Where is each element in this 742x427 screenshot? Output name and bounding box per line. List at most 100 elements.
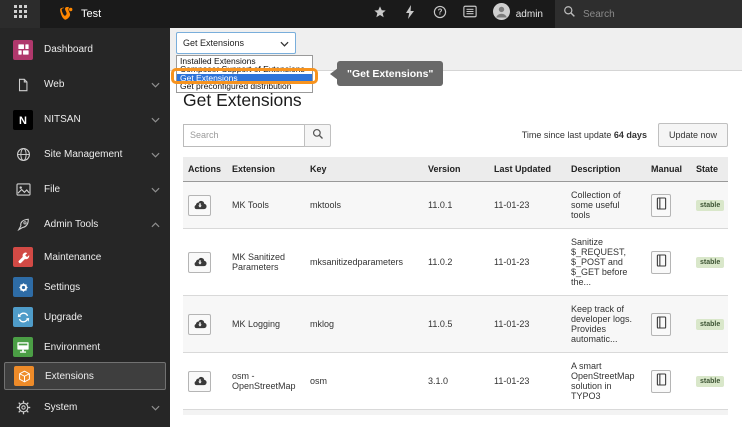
extension-name: MK Tools [227, 182, 305, 229]
module-function-dropdown: Installed ExtensionsComposer Support of … [176, 55, 313, 93]
help-icon: ? [433, 5, 447, 24]
col-last-updated: Last Updated [489, 157, 566, 182]
table-row: MK Logging mklog 11.0.5 11-01-23 Keep tr… [183, 296, 728, 353]
svg-text:?: ? [437, 7, 442, 16]
extension-name: MK Logging [227, 296, 305, 353]
extension-version: 11.0.5 [423, 296, 489, 353]
table-row: MK Sanitized Parameters mksanitizedparam… [183, 229, 728, 296]
state-badge: stable [696, 376, 724, 387]
sidebar-item-site-management[interactable]: Site Management [0, 137, 170, 172]
cloud-download-icon [193, 317, 207, 332]
extension-key: osm [305, 353, 423, 410]
sidebar-item-nitsan[interactable]: N NITSAN [0, 102, 170, 137]
col-key: Key [305, 157, 423, 182]
col-state: State [691, 157, 728, 182]
help-button[interactable]: ? [425, 0, 455, 28]
dashboard-icon [13, 40, 33, 60]
col-version: Version [423, 157, 489, 182]
dropdown-option[interactable]: Composer Support of Extensions [177, 65, 312, 73]
last-update-value: 64 days [614, 130, 647, 140]
site-name: Test [81, 8, 101, 20]
download-extension-button[interactable] [188, 252, 211, 273]
download-extension-button[interactable] [188, 195, 211, 216]
grid-icon [14, 5, 27, 23]
cloud-download-icon [193, 198, 207, 213]
sidebar-item-admin-tools[interactable]: Admin Tools [0, 207, 170, 242]
extension-search-group [183, 124, 331, 147]
state-badge: stable [696, 319, 724, 330]
search-icon [312, 128, 324, 142]
extension-description: A smart OpenStreetMap solution in TYPO3 [566, 353, 646, 410]
extensions-table: Actions Extension Key Version Last Updat… [183, 157, 728, 410]
dropdown-option[interactable]: Get Extensions [177, 74, 312, 82]
sidebar-item-environment[interactable]: Environment [0, 332, 170, 362]
topbar-search-input[interactable] [583, 9, 713, 20]
username-label: admin [516, 9, 543, 20]
manual-button[interactable] [651, 194, 671, 217]
sidebar-item-file[interactable]: File [0, 172, 170, 207]
clear-cache-button[interactable] [395, 0, 425, 28]
manual-button[interactable] [651, 251, 671, 274]
sidebar-item-extensions[interactable]: Extensions [4, 362, 166, 390]
extension-search-input[interactable] [183, 124, 304, 147]
sidebar-item-dashboard[interactable]: Dashboard [0, 32, 170, 67]
extension-name: osm - OpenStreetMap [227, 353, 305, 410]
chevron-down-icon [280, 34, 289, 52]
extension-description: Sanitize $_REQUEST, $_POST and $_GET bef… [566, 229, 646, 296]
annotation-callout: "Get Extensions" [337, 61, 443, 86]
brand[interactable]: Test [40, 6, 101, 22]
list-icon [463, 5, 477, 23]
user-menu[interactable]: admin [485, 3, 555, 25]
cube-icon [14, 366, 34, 386]
globe-icon [13, 145, 33, 165]
sidebar-item-maintenance[interactable]: Maintenance [0, 242, 170, 272]
book-icon [656, 254, 667, 270]
modules-toggle-button[interactable] [0, 0, 40, 28]
extension-version: 11.0.2 [423, 229, 489, 296]
extension-last-updated: 11-01-23 [489, 353, 566, 410]
extension-version: 3.1.0 [423, 353, 489, 410]
table-header-row: Actions Extension Key Version Last Updat… [183, 157, 728, 182]
avatar [493, 3, 510, 25]
opened-docs-button[interactable] [455, 0, 485, 28]
chevron-up-icon [151, 222, 160, 228]
extension-search-button[interactable] [304, 124, 331, 147]
col-extension: Extension [227, 157, 305, 182]
extension-last-updated: 11-01-23 [489, 296, 566, 353]
table-row: osm - OpenStreetMap osm 3.1.0 11-01-23 A… [183, 353, 728, 410]
extension-key: mksanitizedparameters [305, 229, 423, 296]
cloud-download-icon [193, 374, 207, 389]
topbar-search [555, 0, 742, 28]
manual-button[interactable] [651, 370, 671, 393]
select-value: Get Extensions [183, 38, 280, 48]
col-actions: Actions [183, 157, 227, 182]
book-icon [656, 316, 667, 332]
refresh-icon [13, 307, 33, 327]
typo3-logo-icon [58, 6, 74, 22]
sidebar-item-upgrade[interactable]: Upgrade [0, 302, 170, 332]
svg-text:N: N [19, 115, 27, 127]
module-function-select[interactable]: Get Extensions [176, 32, 296, 54]
extension-name: MK Sanitized Parameters [227, 229, 305, 296]
bookmarks-button[interactable] [365, 0, 395, 28]
extension-description: Collection of some useful tools [566, 182, 646, 229]
sidebar-item-web[interactable]: Web [0, 67, 170, 102]
download-extension-button[interactable] [188, 314, 211, 335]
extension-last-updated: 11-01-23 [489, 229, 566, 296]
monitor-icon [13, 337, 33, 357]
extension-version: 11.0.1 [423, 182, 489, 229]
module-content: Get Extensions Installed ExtensionsCompo… [170, 28, 742, 427]
dropdown-option[interactable]: Installed Extensions [177, 57, 312, 65]
star-icon [373, 5, 387, 24]
book-icon [656, 197, 667, 213]
sidebar-item-settings[interactable]: Settings [0, 272, 170, 302]
top-bar: Test ? admin [0, 0, 742, 28]
dropdown-option[interactable]: Get preconfigured distribution [177, 82, 312, 90]
update-now-button[interactable]: Update now [658, 123, 728, 147]
page-title: Get Extensions [183, 90, 728, 111]
sidebar-item-system[interactable]: System [0, 390, 170, 425]
download-extension-button[interactable] [188, 371, 211, 392]
manual-button[interactable] [651, 313, 671, 336]
nitsan-icon: N [13, 110, 33, 130]
document-icon [13, 75, 33, 95]
